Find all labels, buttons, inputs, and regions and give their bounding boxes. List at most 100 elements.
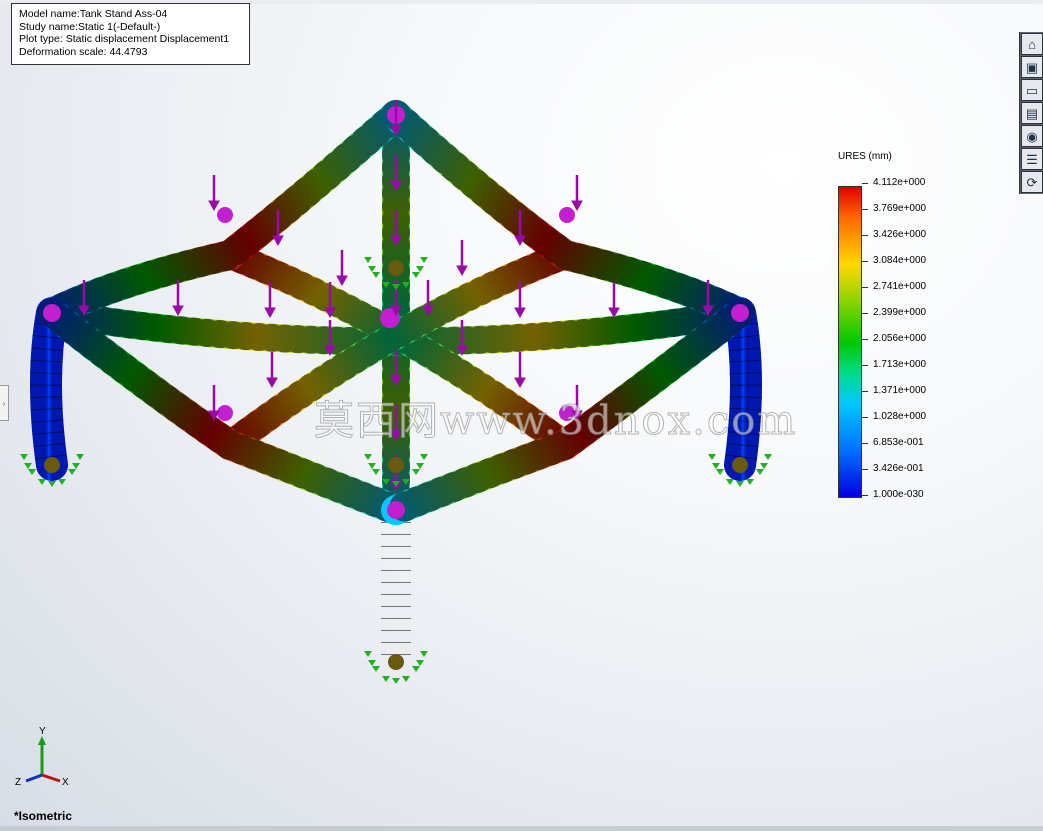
- fixture-arrow: [58, 479, 66, 485]
- fixture-arrow: [412, 666, 420, 672]
- list-icon[interactable]: ☰: [1021, 148, 1043, 170]
- properties-icon[interactable]: ▤: [1021, 102, 1043, 124]
- node-right: [731, 304, 749, 322]
- fixture-arrow: [382, 676, 390, 682]
- task-pane-toolbar: ⌂ ▣ ▭ ▤ ◉ ☰ ⟳: [1019, 32, 1043, 194]
- node-bl: [217, 405, 233, 421]
- fixture-arrow: [372, 272, 380, 278]
- fixture-arrow: [746, 479, 754, 485]
- legend-tick: [862, 235, 868, 236]
- feature-tree-collapse-tab[interactable]: ›: [0, 385, 9, 421]
- leg-left: [30, 297, 68, 481]
- fixture-arrow: [28, 469, 36, 475]
- legend-label: 1.028e+000: [873, 411, 927, 422]
- fixture-arrow: [72, 463, 80, 469]
- fixture-arrow: [420, 454, 428, 460]
- node-left: [43, 304, 61, 322]
- model-name: Model name:Tank Stand Ass-04: [19, 8, 168, 20]
- legend-label: 2.056e+000: [873, 333, 927, 344]
- legend-tick: [862, 495, 868, 496]
- fixture-arrow: [416, 660, 424, 666]
- fixture-arrow: [760, 463, 768, 469]
- fixture-arrow: [368, 463, 376, 469]
- load-arrow-head: [571, 200, 583, 212]
- appearance-icon[interactable]: ◉: [1021, 125, 1043, 147]
- triad-x-label: X: [62, 777, 69, 788]
- fixture-arrow: [24, 463, 32, 469]
- load-arrow-head: [514, 377, 526, 389]
- deformation-scale: Deformation scale: 44.4793: [19, 45, 148, 58]
- refresh-icon[interactable]: ⟳: [1021, 171, 1043, 193]
- legend-label: 2.741e+000: [873, 281, 927, 292]
- legend-label: 3.426e-001: [873, 463, 924, 474]
- fixture-arrow: [412, 469, 420, 475]
- watermark: 莫西网www.3dnox.com: [313, 398, 798, 445]
- fixture-arrow: [368, 266, 376, 272]
- fixture-joint: [44, 457, 60, 473]
- triad-z-label: Z: [15, 777, 21, 788]
- legend-title: URES (mm): [838, 151, 892, 162]
- load-arrow-head: [266, 377, 278, 389]
- load-arrow-head: [336, 275, 348, 287]
- load-arrow-head: [514, 307, 526, 319]
- legend-label: 6.853e-001: [873, 437, 924, 448]
- folder-icon[interactable]: ▭: [1021, 79, 1043, 101]
- legend-tick: [862, 443, 868, 444]
- fixture-arrow: [716, 469, 724, 475]
- legend-label: 3.426e+000: [873, 229, 927, 240]
- legend-tick: [862, 183, 868, 184]
- fixture-arrow: [364, 454, 372, 460]
- home-icon[interactable]: ⌂: [1021, 33, 1043, 55]
- legend-tick: [862, 287, 868, 288]
- fixture-arrow: [764, 454, 772, 460]
- legend-tick: [862, 469, 868, 470]
- legend-label: 1.000e-030: [873, 489, 924, 500]
- fixture-arrow: [392, 678, 400, 684]
- fixture-arrow: [402, 676, 410, 682]
- legend-label: 3.769e+000: [873, 203, 927, 214]
- load-arrow-head: [456, 265, 468, 277]
- fixture-arrow: [726, 479, 734, 485]
- fixture-arrow: [68, 469, 76, 475]
- fixture-joint: [388, 654, 404, 670]
- part-icon[interactable]: ▣: [1021, 56, 1043, 78]
- load-arrow-head: [264, 307, 276, 319]
- legend-tick: [862, 339, 868, 340]
- fixture-joint: [388, 260, 404, 276]
- fixture-arrow: [412, 272, 420, 278]
- legend-tick: [862, 365, 868, 366]
- legend-color-bar: [838, 186, 862, 498]
- fixture-arrow: [364, 257, 372, 263]
- legend-tick: [862, 261, 868, 262]
- fixture-arrow: [416, 266, 424, 272]
- fixture-joint: [388, 457, 404, 473]
- bottom-status-strip: [0, 826, 1043, 831]
- fixture-joint: [732, 457, 748, 473]
- legend-label: 1.371e+000: [873, 385, 927, 396]
- fixture-arrow: [420, 257, 428, 263]
- study-info-box: Model name:Tank Stand Ass-04 Study name:…: [11, 3, 250, 65]
- legend-label: 3.084e+000: [873, 255, 927, 266]
- legend-label: 4.112e+000: [873, 177, 926, 188]
- fixture-arrow: [416, 463, 424, 469]
- load-arrow-head: [272, 235, 284, 247]
- fixture-arrow: [756, 469, 764, 475]
- plot-type: Plot type: Static displacement Displacem…: [19, 33, 230, 46]
- node-tr: [559, 207, 575, 223]
- node-front: [387, 501, 405, 519]
- fixture-arrow: [20, 454, 28, 460]
- fixture-arrow: [708, 454, 716, 460]
- study-name: Study name:Static 1(-Default-): [19, 20, 161, 33]
- fixture-arrow: [38, 479, 46, 485]
- legend-label: 2.399e+000: [873, 307, 927, 318]
- fixture-arrow: [364, 651, 372, 657]
- fixture-arrow: [48, 481, 56, 487]
- coordinate-triad: Y X Z: [15, 726, 69, 788]
- fixture-arrow: [712, 463, 720, 469]
- fixture-arrow: [372, 666, 380, 672]
- legend-tick: [862, 417, 868, 418]
- load-arrow-head: [208, 200, 220, 212]
- legend-tick: [862, 313, 868, 314]
- fixture-arrow: [368, 660, 376, 666]
- legend-tick: [862, 391, 868, 392]
